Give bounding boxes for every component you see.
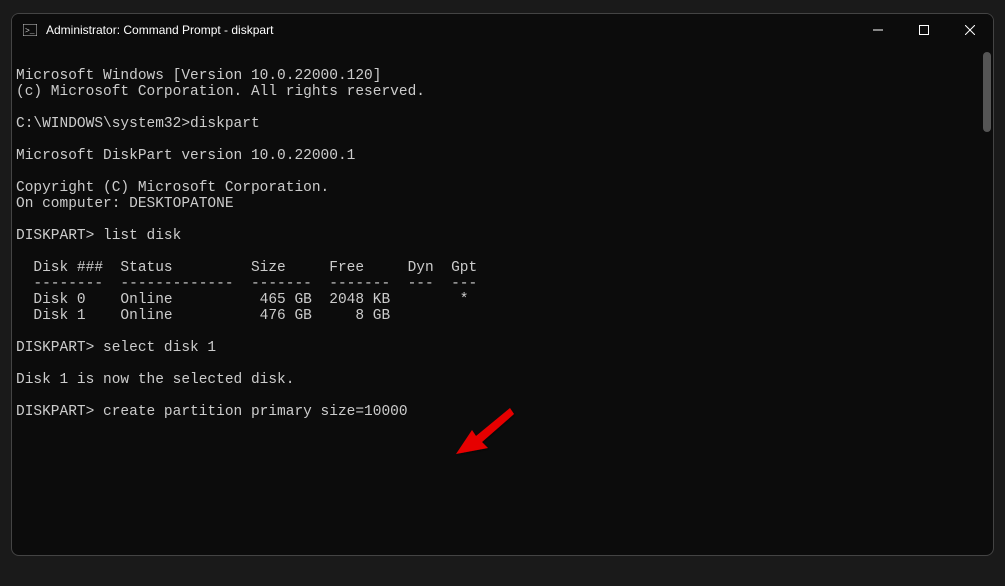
computer-name: On computer: DESKTOPATONE <box>16 196 234 212</box>
diskpart-select-disk-cmd: DISKPART> select disk 1 <box>16 340 216 356</box>
scrollbar-thumb[interactable] <box>983 52 991 132</box>
disk-selected-msg: Disk 1 is now the selected disk. <box>16 372 294 388</box>
diskpart-create-partition-cmd: DISKPART> create partition primary size=… <box>16 404 408 420</box>
minimize-button[interactable] <box>855 14 901 46</box>
disk-row-1: Disk 1 Online 476 GB 8 GB <box>16 308 390 324</box>
window-controls <box>855 14 993 46</box>
titlebar[interactable]: >_ Administrator: Command Prompt - diskp… <box>12 14 993 46</box>
prompt-diskpart-launch: C:\WINDOWS\system32>diskpart <box>16 116 260 132</box>
command-prompt-window: >_ Administrator: Command Prompt - diskp… <box>11 13 994 556</box>
line-version: Microsoft Windows [Version 10.0.22000.12… <box>16 68 381 84</box>
maximize-button[interactable] <box>901 14 947 46</box>
svg-text:>_: >_ <box>25 27 35 36</box>
diskpart-copyright: Copyright (C) Microsoft Corporation. <box>16 180 329 196</box>
line-copyright1: (c) Microsoft Corporation. All rights re… <box>16 84 425 100</box>
close-button[interactable] <box>947 14 993 46</box>
cmd-icon: >_ <box>22 22 38 38</box>
disk-row-0: Disk 0 Online 465 GB 2048 KB * <box>16 292 468 308</box>
window-title: Administrator: Command Prompt - diskpart <box>46 23 855 37</box>
diskpart-list-disk-cmd: DISKPART> list disk <box>16 228 181 244</box>
disk-table-header: Disk ### Status Size Free Dyn Gpt <box>16 260 477 276</box>
terminal-body[interactable]: Microsoft Windows [Version 10.0.22000.12… <box>12 46 993 555</box>
terminal-content: Microsoft Windows [Version 10.0.22000.12… <box>16 68 993 420</box>
disk-table-separator: -------- ------------- ------- ------- -… <box>16 276 477 292</box>
diskpart-version: Microsoft DiskPart version 10.0.22000.1 <box>16 148 355 164</box>
